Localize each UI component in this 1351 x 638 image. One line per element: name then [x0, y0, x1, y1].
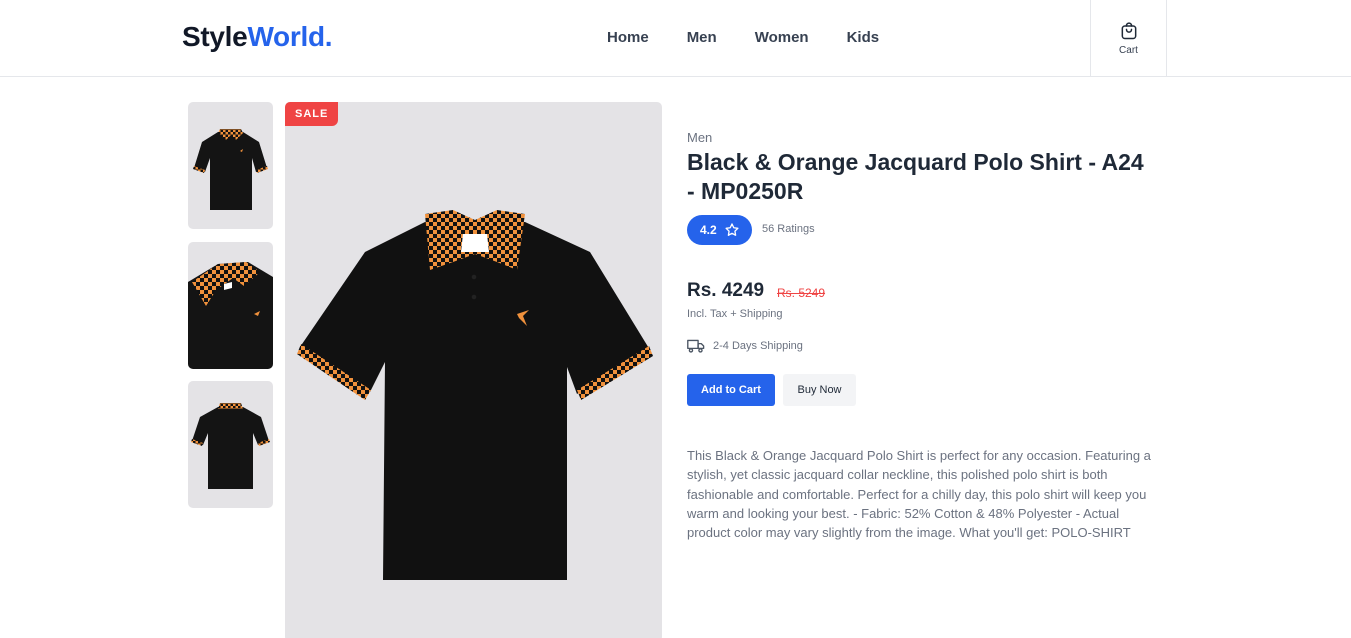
truck-icon: [687, 339, 705, 353]
product-title: Black & Orange Jacquard Polo Shirt - A24…: [687, 149, 1144, 204]
polo-back-image: [191, 403, 270, 489]
main-product-image: [285, 102, 662, 638]
buy-now-button[interactable]: Buy Now: [783, 374, 856, 406]
product-category[interactable]: Men: [687, 130, 712, 145]
nav-men[interactable]: Men: [687, 29, 717, 46]
tax-note: Incl. Tax + Shipping: [687, 308, 783, 320]
sale-badge: SALE: [285, 102, 339, 126]
thumbnail-front[interactable]: [188, 102, 273, 229]
thumbnail-back[interactable]: [188, 381, 273, 508]
main-nav: Home Men Women Kids: [607, 29, 917, 46]
nav-kids[interactable]: Kids: [847, 29, 880, 46]
product-description: This Black & Orange Jacquard Polo Shirt …: [687, 448, 1151, 541]
rating-badge[interactable]: 4.2: [687, 215, 752, 245]
nav-women[interactable]: Women: [755, 29, 809, 46]
current-price: Rs. 4249: [687, 280, 765, 301]
shopping-bag-icon: [1121, 21, 1136, 39]
cart-label: Cart: [1119, 44, 1138, 56]
ratings-count: 56 Ratings: [762, 223, 815, 235]
polo-shirt-image: [297, 210, 653, 580]
site-logo[interactable]: StyleWorld.: [182, 21, 333, 53]
polo-front-image: [193, 129, 268, 210]
star-icon: [725, 223, 739, 236]
add-to-cart-button[interactable]: Add to Cart: [687, 374, 775, 406]
site-header: StyleWorld. Home Men Women Kids Cart: [0, 0, 1351, 77]
nav-home[interactable]: Home: [607, 29, 649, 46]
rating-value: 4.2: [700, 223, 717, 237]
original-price: Rs. 5249: [777, 286, 826, 300]
cart-button[interactable]: Cart: [1090, 0, 1167, 77]
shipping-info: 2-4 Days Shipping: [687, 338, 803, 354]
polo-collar-image: [188, 262, 273, 369]
shipping-text: 2-4 Days Shipping: [713, 340, 803, 352]
thumbnail-collar[interactable]: [188, 242, 273, 369]
